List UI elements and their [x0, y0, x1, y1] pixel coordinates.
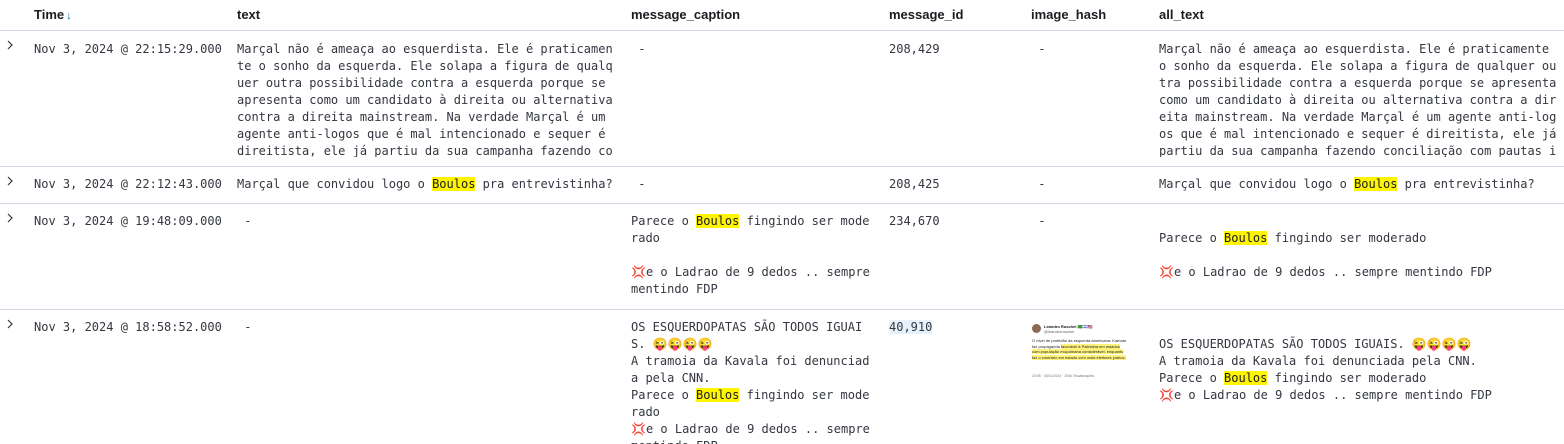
cell-image-hash: -: [1031, 42, 1046, 56]
column-header-all-text[interactable]: all_text: [1159, 7, 1204, 22]
cell-message-caption: -: [631, 42, 646, 56]
cell-all-text: Marçal não é ameaça ao esquerdista. Ele …: [1159, 42, 1557, 157]
message-id-value: 40,910: [889, 320, 933, 334]
expand-row-icon[interactable]: [6, 212, 16, 226]
cell-message-id: 40,910: [889, 319, 1009, 336]
search-highlight: Boulos: [1224, 371, 1268, 385]
cell-text: Marçal que convidou logo o Boulos pra en…: [237, 177, 613, 191]
cell-image-hash: -: [1031, 177, 1046, 191]
table-row[interactable]: Nov 3, 2024 @ 22:12:43.000 Marçal que co…: [0, 167, 1564, 204]
avatar: [1032, 324, 1041, 333]
cell-time: Nov 3, 2024 @ 22:15:29.000: [34, 42, 222, 56]
cell-all-text: Marçal que convidou logo o Boulos pra en…: [1159, 177, 1535, 191]
table-row[interactable]: Nov 3, 2024 @ 19:48:09.000 - Parece o Bo…: [0, 204, 1564, 310]
column-header-message-id[interactable]: message_id: [889, 7, 963, 22]
cell-text: -: [237, 320, 252, 334]
cell-message-caption: Parece o Boulos fingindo ser moderado 💢e…: [631, 214, 870, 296]
sort-descending-icon[interactable]: ↓: [66, 10, 72, 22]
expand-row-icon[interactable]: [6, 175, 16, 189]
column-header-time[interactable]: Time ↓: [34, 7, 72, 22]
cell-time: Nov 3, 2024 @ 22:12:43.000: [34, 177, 222, 191]
discover-document-table: Time ↓ text message_caption message_id im…: [0, 0, 1564, 444]
column-header-image-hash[interactable]: image_hash: [1031, 7, 1106, 22]
table-row[interactable]: Nov 3, 2024 @ 22:15:29.000 Marçal não é …: [0, 31, 1564, 167]
thumbnail-footer: 10:55 · 03/11/2024 · 154k Visualizações: [1032, 374, 1095, 378]
thumbnail-handle: @leandroruschel: [1044, 329, 1075, 334]
search-highlight: Boulos: [1354, 177, 1398, 191]
search-highlight: Boulos: [1224, 231, 1268, 245]
cell-message-id: 208,425: [889, 177, 940, 191]
cell-time: Nov 3, 2024 @ 19:48:09.000: [34, 214, 222, 228]
cell-all-text: Parece o Boulos fingindo ser moderado 💢e…: [1159, 231, 1492, 279]
cell-all-text: OS ESQUERDOPATAS SÃO TODOS IGUAIS. 😜😜😜😜 …: [1159, 337, 1492, 402]
tweet-image-thumbnail[interactable]: Leandro Ruschel 🇧🇷🇮🇱🇺🇸 @leandroruschel O…: [1030, 322, 1128, 382]
search-highlight: Boulos: [432, 177, 476, 191]
cell-text: Marçal não é ameaça ao esquerdista. Ele …: [237, 42, 613, 157]
search-highlight: Boulos: [696, 388, 740, 402]
thumbnail-body: O nível de podridão da esquerda american…: [1032, 338, 1126, 360]
column-header-message-caption[interactable]: message_caption: [631, 7, 740, 22]
table-header: Time ↓ text message_caption message_id im…: [0, 0, 1564, 31]
cell-message-caption: -: [631, 177, 646, 191]
cell-time: Nov 3, 2024 @ 18:58:52.000: [34, 320, 222, 334]
cell-message-id: 234,670: [889, 214, 940, 228]
expand-row-icon[interactable]: [6, 39, 16, 53]
cell-message-caption: OS ESQUERDOPATAS SÃO TODOS IGUAIS. 😜😜😜😜 …: [631, 320, 870, 444]
table-row[interactable]: Nov 3, 2024 @ 18:58:52.000 - OS ESQUERDO…: [0, 310, 1564, 444]
cell-text: -: [237, 214, 252, 228]
cell-message-id: 208,429: [889, 42, 940, 56]
cell-image-hash: -: [1031, 214, 1046, 228]
search-highlight: Boulos: [696, 214, 740, 228]
expand-row-icon[interactable]: [6, 318, 16, 332]
column-header-text[interactable]: text: [237, 7, 260, 22]
